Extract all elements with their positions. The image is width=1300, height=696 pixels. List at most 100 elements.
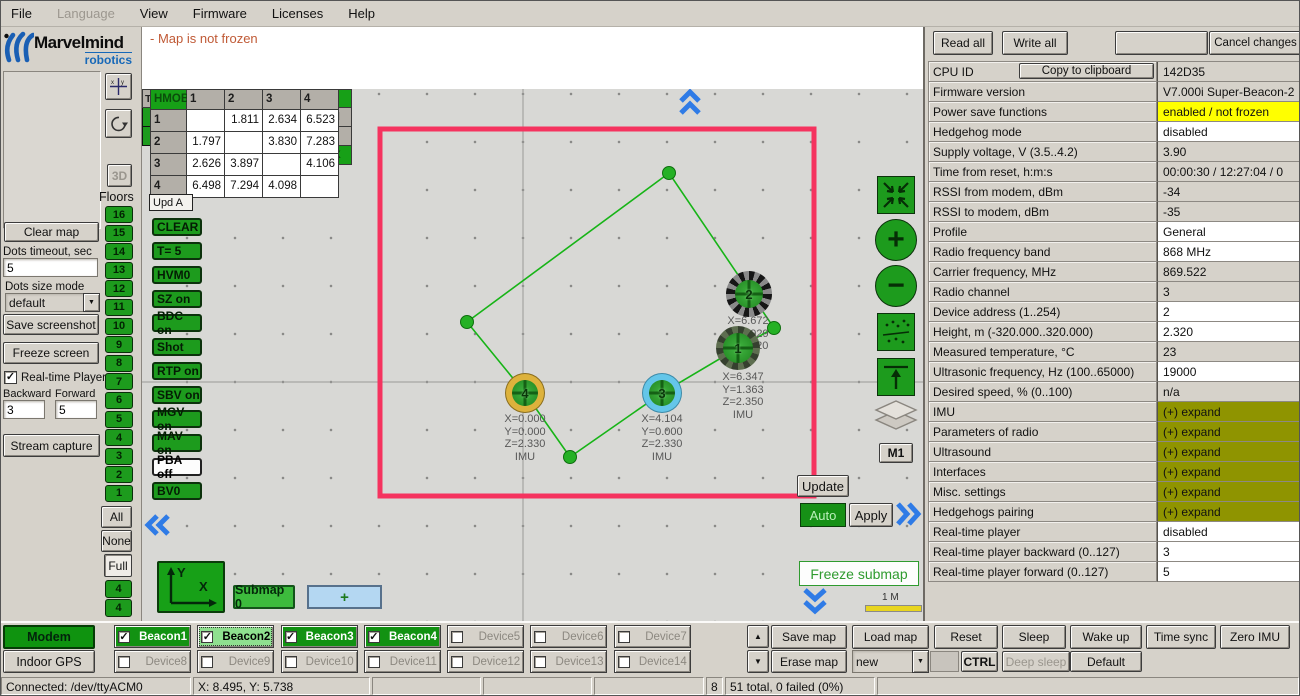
device-tab[interactable]: Beacon1 <box>114 625 191 648</box>
device-checkbox[interactable] <box>285 631 297 643</box>
ctrl-button[interactable]: CTRL <box>961 651 998 672</box>
device-checkbox[interactable] <box>534 656 546 668</box>
time-sync-button[interactable]: Time sync <box>1146 625 1216 649</box>
device-checkbox[interactable] <box>201 656 213 668</box>
device-tab[interactable]: Device13 <box>530 650 607 673</box>
chevron-down-icon[interactable] <box>83 293 100 312</box>
setting-value[interactable]: -34 <box>1157 182 1300 202</box>
device-tab[interactable]: Device12 <box>447 650 524 673</box>
read-all-button[interactable]: Read all <box>933 31 993 55</box>
zero-imu-button[interactable]: Zero IMU <box>1220 625 1290 649</box>
setting-value[interactable]: disabled <box>1157 522 1300 542</box>
tabs-scroll-down-button[interactable]: ▼ <box>747 650 769 673</box>
setting-value[interactable]: 3.90 <box>1157 142 1300 162</box>
sleep-button[interactable]: Sleep <box>1002 625 1066 649</box>
floor-number-button[interactable]: 5 <box>105 411 133 428</box>
floor-number-button[interactable]: 8 <box>105 355 133 372</box>
erase-map-button[interactable]: Erase map <box>771 650 847 673</box>
map-tool-button[interactable]: CLEAR <box>152 218 202 236</box>
device-checkbox[interactable] <box>451 631 463 643</box>
cancel-changes-button[interactable]: Cancel changes <box>1209 31 1300 55</box>
write-all-button[interactable]: Write all <box>1002 31 1068 55</box>
floors-full-button[interactable]: Full <box>104 554 132 577</box>
setting-value[interactable]: (+) expand <box>1157 402 1300 422</box>
floor-number-button[interactable]: 7 <box>105 373 133 390</box>
device-checkbox[interactable] <box>368 656 380 668</box>
floor-number-button[interactable]: 16 <box>105 206 133 223</box>
setting-value[interactable]: 2 <box>1157 302 1300 322</box>
beacon-1[interactable]: 1 <box>716 326 760 370</box>
menu-item[interactable]: Help <box>348 6 375 21</box>
floor-quick-button-b[interactable]: 4 <box>105 599 132 617</box>
setting-value[interactable]: (+) expand <box>1157 442 1300 462</box>
setting-value[interactable]: (+) expand <box>1157 502 1300 522</box>
map-select[interactable]: new <box>852 650 929 673</box>
dots-size-select[interactable]: default <box>5 293 100 312</box>
map-tool-button[interactable]: BV0 <box>152 482 202 500</box>
map-tool-button[interactable]: PBA off <box>152 458 202 476</box>
floor-number-button[interactable]: 14 <box>105 243 133 260</box>
device-checkbox[interactable] <box>118 631 130 643</box>
floor-number-button[interactable]: 6 <box>105 392 133 409</box>
setting-value[interactable]: 19000 <box>1157 362 1300 382</box>
setting-value[interactable]: 3 <box>1157 542 1300 562</box>
beacon-4[interactable]: 4 <box>506 374 544 412</box>
floor-number-button[interactable]: 1 <box>105 485 133 502</box>
level-up-button[interactable] <box>877 358 915 396</box>
collapse-down-icon[interactable] <box>802 587 828 618</box>
collapse-up-icon[interactable] <box>678 89 702 120</box>
beacon-2[interactable]: 2 <box>726 271 772 317</box>
floor-number-button[interactable]: 2 <box>105 466 133 483</box>
device-checkbox[interactable] <box>285 656 297 668</box>
floor-number-button[interactable]: 3 <box>105 448 133 465</box>
default-button[interactable]: Default <box>1070 651 1142 672</box>
indoor-gps-tab[interactable]: Indoor GPS <box>3 650 95 673</box>
cpu-id-value[interactable]: 142D35 <box>1157 62 1300 82</box>
setting-value[interactable]: (+) expand <box>1157 422 1300 442</box>
dots-timeout-input[interactable] <box>3 258 98 277</box>
device-checkbox[interactable] <box>201 631 213 643</box>
update-axes-button[interactable]: Upd A <box>149 194 193 211</box>
save-map-button[interactable]: Save map <box>771 625 847 649</box>
floor-number-button[interactable]: 4 <box>105 429 133 446</box>
stream-capture-button[interactable]: Stream capture <box>3 434 100 457</box>
zoom-in-button[interactable]: + <box>875 219 917 261</box>
load-map-button[interactable]: Load map <box>852 625 929 649</box>
device-checkbox[interactable] <box>534 631 546 643</box>
device-checkbox[interactable] <box>368 631 380 643</box>
forward-input[interactable] <box>55 400 97 419</box>
menu-item[interactable]: File <box>11 6 32 21</box>
map-canvas[interactable]: HMOB1234 1 1.811 2.634 6.523 2 1.797 3.8… <box>141 89 923 621</box>
map-tool-button[interactable]: BDC on <box>152 314 202 332</box>
device-checkbox[interactable] <box>118 656 130 668</box>
device-tab[interactable]: Beacon3 <box>281 625 358 648</box>
realtime-player-checkbox[interactable] <box>4 371 17 384</box>
map-tool-button[interactable]: Shot <box>152 338 202 356</box>
floors-all-button[interactable]: All <box>101 506 132 528</box>
map-tool-button[interactable]: MGV on <box>152 410 202 428</box>
floor-number-button[interactable]: 10 <box>105 318 133 335</box>
setting-value[interactable]: V7.000i Super-Beacon-2 <box>1157 82 1300 102</box>
setting-value[interactable]: 3 <box>1157 282 1300 302</box>
map-tool-button[interactable]: MAV on <box>152 434 202 452</box>
apply-button[interactable]: Apply <box>849 503 893 527</box>
floors-none-button[interactable]: None <box>101 530 132 552</box>
floor-number-button[interactable]: 12 <box>105 280 133 297</box>
collapse-left-icon[interactable] <box>144 513 172 540</box>
beacon-3[interactable]: 3 <box>643 374 681 412</box>
floor-number-button[interactable]: 9 <box>105 336 133 353</box>
setting-value[interactable]: 869.522 <box>1157 262 1300 282</box>
chevron-down-icon[interactable] <box>912 650 929 673</box>
map-tool-button[interactable]: SBV on <box>152 386 202 404</box>
device-checkbox[interactable] <box>618 656 630 668</box>
tabs-scroll-up-button[interactable]: ▲ <box>747 625 769 648</box>
freeze-screen-button[interactable]: Freeze screen <box>3 342 99 364</box>
xy-view-button[interactable]: xy <box>105 73 132 100</box>
layers-button[interactable] <box>872 399 920 442</box>
clear-map-button[interactable]: Clear map <box>4 222 99 242</box>
device-tab[interactable]: Beacon2 <box>197 625 274 648</box>
auto-button[interactable]: Auto <box>800 503 846 527</box>
map-tool-button[interactable]: HVM0 <box>152 266 202 284</box>
setting-value[interactable]: 00:00:30 / 12:27:04 / 0 <box>1157 162 1300 182</box>
menu-item[interactable]: View <box>140 6 168 21</box>
